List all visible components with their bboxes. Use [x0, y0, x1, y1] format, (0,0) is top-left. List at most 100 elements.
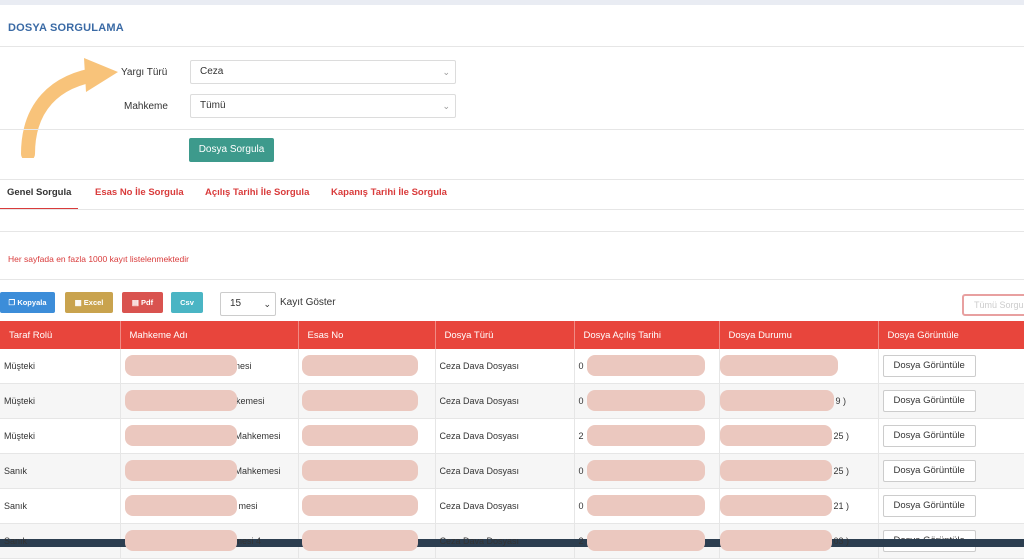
column-acilis-tarihi[interactable]: Dosya Açılış Tarihi — [574, 321, 720, 349]
divider — [0, 279, 1024, 280]
page-size-label: Kayıt Göster — [280, 297, 336, 308]
column-dosya-turu[interactable]: Dosya Türü — [435, 321, 575, 349]
cell-tur: Ceza Dava Dosyası — [435, 349, 575, 384]
top-bar — [0, 0, 1024, 5]
cell-durum — [719, 349, 879, 384]
column-mahkeme-adi[interactable]: Mahkeme Adı — [120, 321, 299, 349]
cell-rol: Sanık — [0, 453, 121, 489]
cell-rol: Müşteki — [0, 383, 121, 419]
cell-esas-no — [298, 488, 436, 524]
redaction — [124, 355, 237, 376]
dosya-sorgula-button[interactable]: Dosya Sorgula — [189, 138, 274, 162]
cell-tarih: 0 — [574, 383, 720, 419]
redaction — [586, 355, 705, 376]
cell-tur: Ceza Dava Dosyası — [435, 488, 575, 524]
tab-acilis-tarihi[interactable]: Açılış Tarihi İle Sorgula — [205, 180, 309, 208]
dosya-goruntule-button[interactable]: Dosya Görüntüle — [882, 425, 976, 447]
cell-tarih: 0 — [574, 349, 720, 384]
redaction — [586, 530, 705, 551]
redaction — [719, 495, 832, 516]
redaction — [719, 390, 834, 411]
cell-mahkeme: Mahkemesi — [120, 453, 299, 489]
excel-button[interactable]: ▦ Excel — [65, 292, 113, 313]
tab-genel-sorgula[interactable]: Genel Sorgula — [0, 180, 79, 210]
redaction — [719, 460, 832, 481]
csv-button[interactable]: Csv — [171, 292, 203, 313]
arrow-icon — [21, 58, 118, 158]
page-size-select[interactable]: 15 ⌄ — [220, 292, 276, 316]
mahkeme-select[interactable]: Tümü ⌄ — [190, 94, 456, 118]
cell-tarih: 2 — [574, 523, 720, 559]
all-query-button[interactable]: Tümü Sorgu — [962, 294, 1024, 316]
redaction — [124, 390, 237, 411]
tab-esas-no[interactable]: Esas No İle Sorgula — [95, 180, 184, 208]
cell-mahkeme: Mahkemesi — [120, 383, 299, 419]
page-size-value: 15 — [230, 298, 242, 309]
column-dosya-durumu[interactable]: Dosya Durumu — [719, 321, 879, 349]
divider — [0, 46, 1024, 47]
dosya-goruntule-button[interactable]: Dosya Görüntüle — [882, 390, 976, 412]
cell-tur: Ceza Dava Dosyası — [435, 383, 575, 419]
cell-action: Dosya Görüntüle — [878, 383, 1024, 419]
mahkeme-value: Tümü — [200, 100, 226, 111]
pdf-label: Pdf — [141, 298, 154, 307]
cell-mahkeme: Mahkemesi — [120, 418, 299, 454]
redaction — [586, 460, 705, 481]
divider — [0, 129, 1024, 130]
cell-durum: 9 ) — [719, 383, 879, 419]
divider — [0, 209, 1024, 210]
pdf-icon: ▤ — [131, 298, 139, 307]
page-title: DOSYA SORGULAMA — [8, 22, 124, 34]
redaction — [586, 425, 705, 446]
cell-esas-no — [298, 523, 436, 559]
cell-action: Dosya Görüntüle — [878, 349, 1024, 384]
chevron-down-icon: ⌄ — [442, 101, 450, 111]
divider — [0, 179, 1024, 180]
redaction — [301, 425, 418, 446]
redaction — [301, 460, 418, 481]
yargi-turu-value: Ceza — [200, 66, 224, 77]
cell-esas-no — [298, 453, 436, 489]
cell-esas-no — [298, 418, 436, 454]
dosya-goruntule-button[interactable]: Dosya Görüntüle — [882, 355, 976, 377]
dosya-goruntule-button[interactable]: Dosya Görüntüle — [882, 495, 976, 517]
redaction — [719, 355, 838, 376]
cell-esas-no — [298, 349, 436, 384]
cell-rol: Müşteki — [0, 349, 121, 384]
pdf-button[interactable]: ▤ Pdf — [122, 292, 163, 313]
table-row: Sanık mesi Ceza Dava Dosyası 0 21 ) Dosy… — [0, 488, 1024, 524]
cell-tarih: 2 — [574, 418, 720, 454]
yargi-turu-label: Yargı Türü — [121, 67, 168, 78]
redaction — [124, 425, 237, 446]
excel-label: Excel — [83, 298, 104, 307]
cell-tur: Ceza Dava Dosyası — [435, 453, 575, 489]
cell-tarih: 0 — [574, 453, 720, 489]
redaction — [719, 530, 832, 551]
tab-kapanis-tarihi[interactable]: Kapanış Tarihi İle Sorgula — [331, 180, 447, 208]
column-esas-no[interactable]: Esas No — [298, 321, 436, 349]
cell-rol: Müşteki — [0, 418, 121, 454]
cell-mahkeme: mesi — [120, 349, 299, 384]
cell-durum: 25 ) — [719, 453, 879, 489]
copy-button[interactable]: ❐ Kopyala — [0, 292, 55, 313]
cell-action: Dosya Görüntüle — [878, 488, 1024, 524]
table-row: Müşteki Mahkemesi Ceza Dava Dosyası 0 9 … — [0, 383, 1024, 419]
copy-label: Kopyala — [17, 298, 47, 307]
info-note: Her sayfada en fazla 1000 kayıt listelen… — [8, 254, 189, 264]
query-tabs: Genel Sorgula Esas No İle Sorgula Açılış… — [0, 180, 1024, 210]
table-row: Müşteki Mahkemesi Ceza Dava Dosyası 2 25… — [0, 418, 1024, 454]
cell-action: Dosya Görüntüle — [878, 453, 1024, 489]
column-dosya-goruntule[interactable]: Dosya Görüntüle — [878, 321, 1024, 349]
redaction — [301, 530, 418, 551]
chevron-down-icon: ⌄ — [263, 299, 271, 309]
redaction — [586, 495, 705, 516]
redaction — [301, 355, 418, 376]
cell-rol: Sanık — [0, 488, 121, 524]
redaction — [301, 390, 418, 411]
yargi-turu-select[interactable]: Ceza ⌄ — [190, 60, 456, 84]
column-taraf-rolu[interactable]: Taraf Rolü — [0, 321, 121, 349]
redaction — [124, 460, 237, 481]
cell-mahkeme: mesi — [120, 488, 299, 524]
dosya-goruntule-button[interactable]: Dosya Görüntüle — [882, 460, 976, 482]
redaction — [124, 530, 237, 551]
